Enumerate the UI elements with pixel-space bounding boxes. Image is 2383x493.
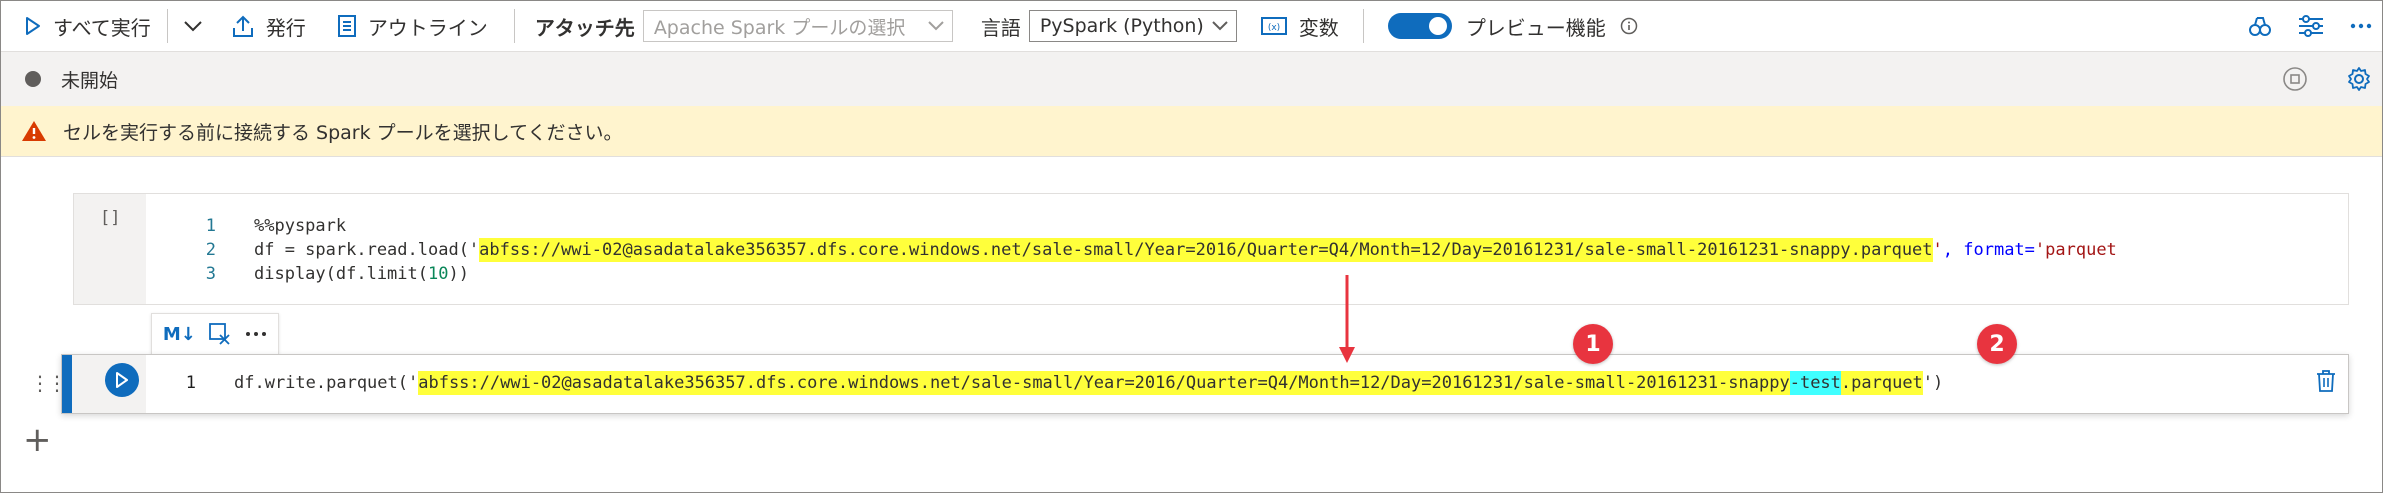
- chevron-down-icon: [928, 21, 944, 31]
- annotation-arrow-icon: [1339, 275, 1355, 363]
- active-cell-indicator: [62, 355, 72, 413]
- notebook-toolbar: すべて実行 発行 アウトライン アタッチ先 Apache Spark プールの選…: [1, 1, 2382, 52]
- code-text: df = spark.read.load(': [254, 240, 480, 260]
- code-line: 1 %%pyspark: [146, 214, 346, 238]
- stop-session-icon[interactable]: [2282, 66, 2308, 92]
- annotation-badge-1: 1: [1573, 324, 1613, 364]
- notebook-properties-icon[interactable]: [2248, 13, 2272, 39]
- code-text: %%pyspark: [254, 216, 347, 236]
- language-value: PySpark (Python): [1039, 15, 1204, 37]
- line-number: 3: [205, 264, 216, 284]
- run-all-label: すべて実行: [53, 15, 151, 40]
- gear-icon[interactable]: [2346, 66, 2372, 92]
- line-number: 1: [205, 216, 216, 236]
- filter-icon[interactable]: [2298, 15, 2324, 37]
- drag-handle-icon[interactable]: ⋮⋮: [30, 371, 67, 395]
- spark-pool-select[interactable]: Apache Spark プールの選択: [642, 10, 953, 42]
- toolbar-divider: [1362, 9, 1364, 43]
- more-icon[interactable]: [245, 331, 267, 337]
- code-text: )): [448, 264, 469, 284]
- warning-icon: [22, 121, 46, 141]
- toolbar-right-actions: [2248, 1, 2372, 51]
- code-text: df.write.parquet(': [234, 373, 419, 393]
- chevron-down-icon: [184, 21, 202, 32]
- variables-button[interactable]: (x) 変数: [1237, 1, 1349, 51]
- variables-icon: (x): [1260, 17, 1287, 35]
- outline-icon: [337, 15, 356, 37]
- toolbar-divider: [513, 9, 515, 43]
- play-icon: [26, 17, 40, 35]
- info-icon[interactable]: [1620, 17, 1638, 35]
- markdown-icon[interactable]: M↓: [163, 324, 196, 345]
- cell-action-toolbar: M↓: [151, 313, 279, 355]
- warning-banner: セルを実行する前に接続する Spark プールを選択してください。: [1, 106, 2382, 157]
- highlighted-extension: .parquet: [1840, 371, 1923, 395]
- toggle-knob: [1428, 17, 1447, 35]
- code-text: '): [1922, 373, 1944, 393]
- publish-label: 発行: [265, 15, 306, 40]
- code-cell-1[interactable]: [] 1 %%pyspark 2 df = spark.read.load(' a…: [73, 193, 2349, 305]
- session-status-text: 未開始: [61, 69, 119, 92]
- trash-icon[interactable]: [2316, 369, 2336, 393]
- run-options-dropdown[interactable]: [174, 1, 212, 51]
- language-label: 言語: [980, 15, 1021, 40]
- language-select[interactable]: PySpark (Python): [1028, 10, 1237, 42]
- line-number: 1: [185, 373, 196, 393]
- code-line: 2 df = spark.read.load(' abfss://wwi-02@a…: [146, 238, 2117, 262]
- outline-button[interactable]: アウトライン: [316, 1, 498, 51]
- highlighted-path: abfss://wwi-02@asadatalake356357.dfs.cor…: [479, 238, 1933, 262]
- publish-icon: [232, 15, 253, 37]
- annotation-badge-2: 2: [1977, 324, 2017, 364]
- toolbar-divider: [166, 9, 168, 43]
- status-indicator-icon: [25, 71, 41, 87]
- variables-label: 変数: [1298, 15, 1339, 40]
- code-line: 1 df.write.parquet(' abfss://wwi-02@asada…: [146, 371, 1943, 395]
- run-cell-button[interactable]: [105, 363, 139, 397]
- code-string: ': [1932, 240, 1943, 260]
- code-cell-2[interactable]: 1 df.write.parquet(' abfss://wwi-02@asada…: [61, 354, 2349, 414]
- preview-features-toggle[interactable]: [1387, 13, 1452, 39]
- status-actions: [2282, 52, 2372, 106]
- line-number: 2: [205, 240, 216, 260]
- svg-text:(x): (x): [1268, 23, 1280, 33]
- code-editor[interactable]: 1 %%pyspark 2 df = spark.read.load(' abfs…: [146, 194, 2348, 304]
- publish-button[interactable]: 発行: [212, 1, 316, 51]
- highlighted-path: abfss://wwi-02@asadatalake356357.dfs.cor…: [418, 371, 1790, 395]
- code-line: 3 display(df.limit(10)): [146, 262, 469, 286]
- attach-to-label: アタッチ先: [534, 15, 635, 40]
- code-keyword: , format=: [1942, 240, 2035, 260]
- code-number: 10: [428, 264, 449, 284]
- run-all-button[interactable]: すべて実行: [1, 1, 161, 51]
- outline-label: アウトライン: [367, 15, 488, 40]
- cell-gutter: [72, 355, 146, 413]
- spark-pool-placeholder: Apache Spark プールの選択: [653, 16, 906, 39]
- run-cell-icon: [116, 372, 128, 388]
- code-string: 'parquet: [2034, 240, 2117, 260]
- code-editor[interactable]: 1 df.write.parquet(' abfss://wwi-02@asada…: [146, 355, 2308, 413]
- clear-output-icon[interactable]: [209, 323, 231, 345]
- preview-features-label: プレビュー機能: [1465, 15, 1606, 40]
- chevron-down-icon: [1212, 21, 1228, 31]
- execution-count: []: [100, 208, 121, 228]
- code-text: display(df.limit(: [254, 264, 428, 284]
- more-icon[interactable]: [2350, 23, 2372, 29]
- session-status-bar: 未開始: [1, 52, 2382, 106]
- highlighted-suffix: -test: [1789, 371, 1841, 395]
- warning-text: セルを実行する前に接続する Spark プールを選択してください。: [63, 121, 623, 144]
- add-cell-icon[interactable]: +: [23, 423, 52, 457]
